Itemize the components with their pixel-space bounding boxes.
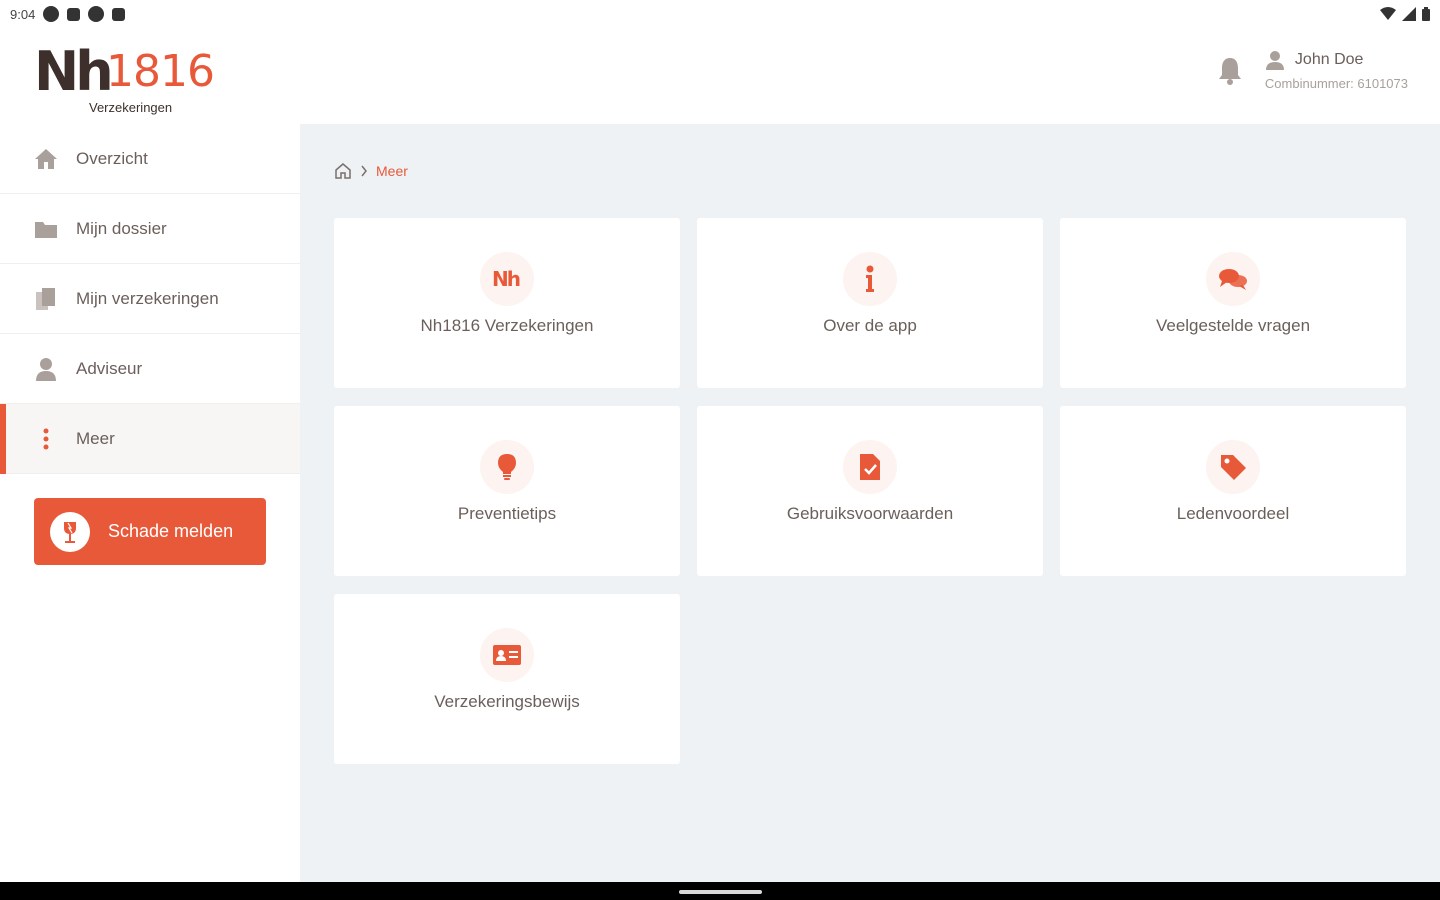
more-vertical-icon bbox=[34, 427, 58, 451]
sidebar: Overzicht Mijn dossier Mijn verzekeringe… bbox=[0, 124, 300, 882]
tile-label: Gebruiksvoorwaarden bbox=[786, 504, 954, 523]
tile-ledenvoordeel[interactable]: Ledenvoordeel bbox=[1060, 406, 1406, 576]
notification-icon bbox=[67, 7, 81, 21]
tile-label: Over de app bbox=[823, 316, 917, 335]
status-bar: 9:04 bbox=[0, 0, 1440, 28]
tile-over-de-app[interactable]: Over de app bbox=[697, 218, 1043, 388]
sidebar-item-meer[interactable]: Meer bbox=[0, 404, 300, 474]
notification-icon bbox=[43, 6, 60, 22]
nh-logo-icon: Nh bbox=[480, 252, 534, 306]
user-combinummer: Combinummer: 6101073 bbox=[1264, 76, 1408, 91]
sidebar-item-adviseur[interactable]: Adviseur bbox=[0, 334, 300, 404]
tile-preventietips[interactable]: Preventietips bbox=[334, 406, 680, 576]
lightbulb-icon bbox=[480, 440, 534, 494]
app-header: Nh 1816 Verzekeringen John Doe Combinumm… bbox=[0, 28, 1440, 124]
notification-icon bbox=[88, 6, 105, 22]
id-card-icon bbox=[480, 628, 534, 682]
logo-subtitle: Verzekeringen bbox=[89, 100, 173, 115]
bell-icon[interactable] bbox=[1217, 56, 1243, 86]
tag-icon bbox=[1206, 440, 1260, 494]
sidebar-item-mijn-dossier[interactable]: Mijn dossier bbox=[0, 194, 300, 264]
chat-icon bbox=[1206, 252, 1260, 306]
folder-icon bbox=[34, 217, 58, 241]
user-icon bbox=[1265, 51, 1284, 70]
svg-text:Nh: Nh bbox=[492, 269, 520, 289]
tile-veelgestelde-vragen[interactable]: Veelgestelde vragen bbox=[1060, 218, 1406, 388]
damage-icon bbox=[50, 511, 90, 552]
breadcrumb-current: Meer bbox=[376, 163, 408, 179]
logo-mark: Nh bbox=[34, 40, 114, 103]
schade-melden-button[interactable]: Schade melden bbox=[34, 498, 266, 565]
user-area: John Doe Combinummer: 6101073 bbox=[1217, 50, 1408, 91]
sidebar-item-label: Mijn verzekeringen bbox=[76, 288, 219, 308]
schade-melden-label: Schade melden bbox=[108, 521, 234, 541]
sidebar-item-mijn-verzekeringen[interactable]: Mijn verzekeringen bbox=[0, 264, 300, 334]
sidebar-item-label: Mijn dossier bbox=[76, 218, 167, 238]
documents-icon bbox=[34, 287, 58, 311]
tile-gebruiksvoorwaarden[interactable]: Gebruiksvoorwaarden bbox=[697, 406, 1043, 576]
info-icon bbox=[843, 252, 897, 306]
user-icon bbox=[34, 357, 58, 381]
logo-number: 1816 bbox=[106, 46, 215, 97]
wifi-icon bbox=[1380, 7, 1396, 20]
tile-label: Veelgestelde vragen bbox=[1155, 316, 1311, 335]
chevron-right-icon bbox=[361, 165, 367, 177]
nh1816-logo[interactable]: Nh 1816 Verzekeringen bbox=[34, 40, 215, 115]
home-icon bbox=[34, 147, 58, 171]
sidebar-item-label: Overzicht bbox=[76, 148, 148, 168]
tile-label: Preventietips bbox=[457, 504, 557, 523]
tile-verzekeringsbewijs[interactable]: Verzekeringsbewijs bbox=[334, 594, 680, 764]
tile-label: Nh1816 Verzekeringen bbox=[420, 316, 594, 335]
tile-label: Ledenvoordeel bbox=[1176, 504, 1290, 523]
sidebar-item-label: Meer bbox=[76, 428, 115, 448]
home-gesture-handle[interactable] bbox=[679, 890, 762, 894]
user-name: John Doe bbox=[1294, 51, 1364, 68]
battery-icon bbox=[1422, 7, 1430, 21]
breadcrumb: Meer bbox=[334, 162, 408, 180]
tile-nh1816-verzekeringen[interactable]: Nh Nh1816 Verzekeringen bbox=[334, 218, 680, 388]
system-navigation-bar bbox=[0, 882, 1440, 900]
home-icon[interactable] bbox=[334, 162, 352, 180]
status-time: 9:04 bbox=[10, 6, 36, 22]
user-info[interactable]: John Doe Combinummer: 6101073 bbox=[1265, 50, 1408, 91]
signal-icon bbox=[1402, 7, 1416, 21]
sidebar-item-label: Adviseur bbox=[76, 358, 143, 378]
tile-label: Verzekeringsbewijs bbox=[434, 692, 580, 711]
main-content: Meer Nh Nh1816 Verzekeringen Over de app… bbox=[300, 124, 1440, 882]
notification-icon bbox=[112, 7, 126, 21]
sidebar-item-overzicht[interactable]: Overzicht bbox=[0, 124, 300, 194]
document-check-icon bbox=[843, 440, 897, 494]
